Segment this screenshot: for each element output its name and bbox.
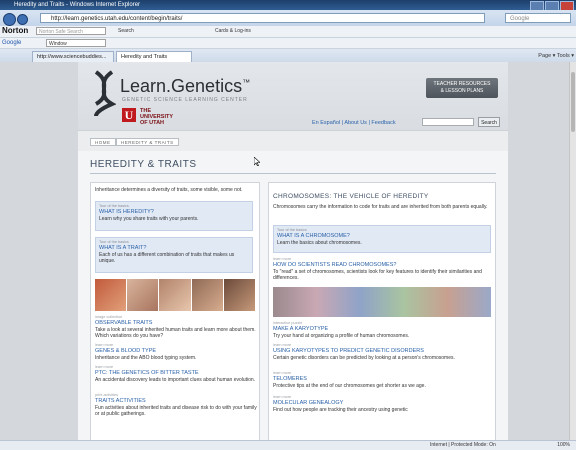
trait-photo (95, 279, 127, 311)
teacher-resources-button[interactable]: TEACHER RESOURCES & LESSON PLANS (426, 78, 498, 98)
feature-desc: Learn why you share traits with your par… (99, 216, 199, 222)
left-column: Inheritance determines a diversity of tr… (90, 182, 260, 440)
mouse-cursor-icon (254, 157, 260, 166)
right-column: CHROMOSOMES: THE VEHICLE OF HEREDITY Chr… (268, 182, 496, 440)
item-desc: Inheritance and the ABO blood typing sys… (95, 355, 197, 361)
item-title[interactable]: MOLECULAR GENEALOGY (273, 400, 491, 407)
browser-search-input[interactable]: Google (505, 13, 571, 23)
trait-photo (191, 279, 223, 311)
address-input[interactable]: http://learn.genetics.utah.edu/content/b… (40, 13, 485, 23)
feature-title[interactable]: WHAT IS A CHROMOSOME? (277, 233, 487, 240)
title-divider (90, 173, 496, 174)
item-title[interactable]: TRAITS ACTIVITIES (95, 398, 257, 405)
back-icon[interactable] (3, 13, 16, 26)
breadcrumb-home[interactable]: HOME (90, 138, 116, 146)
item-desc: Find out how people are tracking their a… (273, 407, 408, 413)
item-desc: Protective tips at the end of our chromo… (273, 383, 426, 389)
command-bar[interactable]: Page ▾ Tools ▾ (538, 51, 574, 62)
trait-photo (127, 279, 159, 311)
trait-photo (159, 279, 191, 311)
google-toolbar-input[interactable]: Window (46, 39, 106, 47)
window-title: Heredity and Traits - Windows Internet E… (14, 2, 141, 8)
dna-logo-icon (94, 70, 116, 117)
list-item[interactable]: learn more PTC: THE GENETICS OF BITTER T… (95, 365, 257, 383)
norton-toolbar: Norton Norton Safe Search Search Cards &… (0, 26, 576, 38)
google-logo[interactable]: Google (2, 38, 21, 48)
trait-photo (223, 279, 256, 311)
feature-title[interactable]: WHAT IS HEREDITY? (99, 209, 249, 216)
tab-sciencebuddies[interactable]: http://www.sciencebuddies... (32, 51, 114, 62)
traits-photo-strip[interactable] (95, 279, 256, 311)
feature-what-is-a-chromosome[interactable]: Tour of the basics WHAT IS A CHROMOSOME?… (273, 225, 491, 253)
item-title[interactable]: TELOMERES (273, 376, 491, 383)
tab-heredity[interactable]: Heredity and Traits (116, 51, 192, 62)
chromosome-image[interactable] (273, 287, 491, 317)
page-title: HEREDITY & TRAITS (90, 159, 197, 170)
list-item[interactable]: learn more TELOMERES Protective tips at … (273, 371, 491, 389)
top-links[interactable]: En Español | About Us | Feedback (312, 120, 396, 126)
item-desc: Try your hand at organizing a profile of… (273, 333, 410, 339)
norton-search-input[interactable]: Norton Safe Search (36, 27, 106, 35)
item-title[interactable]: MAKE A KARYOTYPE (273, 326, 491, 333)
feature-desc: Each of us has a different combination o… (99, 252, 235, 264)
list-item[interactable]: learn more USING KARYOTYPES TO PREDICT G… (273, 343, 491, 361)
web-page: Learn.Genetics™ GENETIC SCIENCE LEARNING… (78, 62, 508, 440)
item-desc: To "read" a set of chromosomes, scientis… (273, 269, 482, 281)
forward-icon[interactable] (17, 14, 28, 25)
page-viewport: Learn.Genetics™ GENETIC SCIENCE LEARNING… (0, 62, 570, 440)
list-item[interactable]: learn more MOLECULAR GENEALOGY Find out … (273, 395, 491, 413)
item-title[interactable]: GENES & BLOOD TYPE (95, 348, 257, 355)
university-logo-icon[interactable]: U (122, 108, 136, 122)
scrollbar-thumb[interactable] (571, 72, 575, 132)
site-header: Learn.Genetics™ GENETIC SCIENCE LEARNING… (78, 62, 508, 130)
section-title: CHROMOSOMES: THE VEHICLE OF HEREDITY (273, 193, 429, 200)
norton-search-button[interactable]: Search (118, 27, 134, 35)
list-item[interactable]: image collection OBSERVABLE TRAITS Take … (95, 315, 257, 339)
norton-identity-button[interactable]: Cards & Log-ins (215, 27, 251, 35)
site-logo-subtitle: GENETIC SCIENCE LEARNING CENTER (122, 97, 248, 103)
address-bar-row: http://learn.genetics.utah.edu/content/b… (0, 10, 576, 26)
list-item[interactable]: print activities TRAITS ACTIVITIES Fun a… (95, 393, 257, 417)
right-intro: Chromosomes carry the information to cod… (273, 204, 488, 210)
feature-what-is-a-trait[interactable]: Tour of the basics WHAT IS A TRAIT? Each… (95, 237, 253, 273)
list-item[interactable]: learn more GENES & BLOOD TYPE Inheritanc… (95, 343, 257, 361)
trademark-mark: ™ (242, 78, 251, 87)
item-desc: Certain genetic disorders can be predict… (273, 355, 455, 361)
google-toolbar: Google Window (0, 38, 576, 49)
window-title-bar: Heredity and Traits - Windows Internet E… (0, 0, 576, 11)
site-search-input[interactable] (422, 118, 474, 126)
item-title[interactable]: USING KARYOTYPES TO PREDICT GENETIC DISO… (273, 348, 491, 355)
site-search-button[interactable]: Search (478, 117, 500, 127)
list-item[interactable]: learn more HOW DO SCIENTISTS READ CHROMO… (273, 257, 491, 281)
feature-title[interactable]: WHAT IS A TRAIT? (99, 245, 249, 252)
list-item[interactable]: interactive puzzle MAKE A KARYOTYPE Try … (273, 321, 491, 339)
feature-what-is-heredity[interactable]: Tour of the basics WHAT IS HEREDITY? Lea… (95, 201, 253, 231)
item-desc: Fun activities about inherited traits an… (95, 405, 257, 417)
item-title[interactable]: OBSERVABLE TRAITS (95, 320, 257, 327)
left-intro: Inheritance determines a diversity of tr… (95, 187, 243, 193)
item-desc: An accidental discovery leads to importa… (95, 377, 256, 383)
site-logo-title[interactable]: Learn.Genetics™ (120, 76, 250, 97)
breadcrumb-current[interactable]: HEREDITY & TRAITS (116, 138, 179, 146)
item-title[interactable]: HOW DO SCIENTISTS READ CHROMOSOMES? (273, 262, 491, 269)
norton-logo[interactable]: Norton (2, 26, 28, 35)
university-name[interactable]: THE UNIVERSITY OF UTAH (140, 108, 173, 126)
vertical-scrollbar[interactable] (569, 62, 576, 440)
breadcrumb: HOME HEREDITY & TRAITS (78, 130, 508, 151)
tab-strip: http://www.sciencebuddies... Heredity an… (0, 49, 576, 63)
item-title[interactable]: PTC: THE GENETICS OF BITTER TASTE (95, 370, 257, 377)
item-desc: Take a look at several inherited human t… (95, 327, 256, 339)
feature-desc: Learn the basics about chromosomes. (277, 240, 362, 246)
